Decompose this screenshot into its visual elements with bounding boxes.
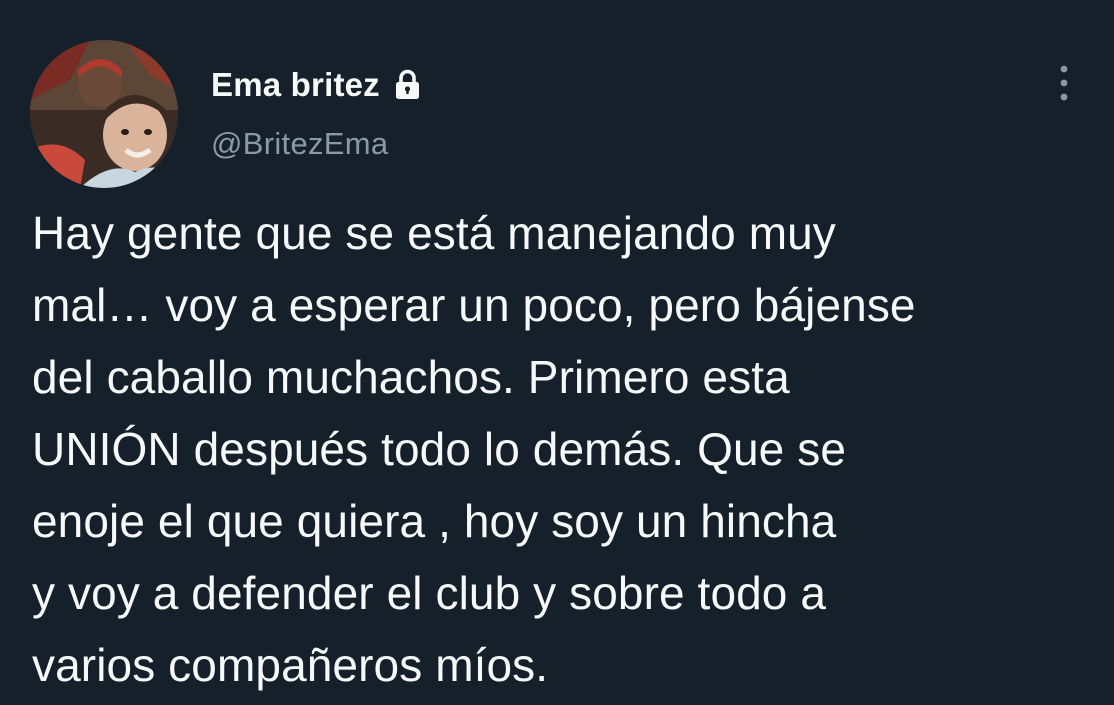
more-options-button[interactable] [1046,60,1082,106]
tweet-card: Ema britez @BritezEma Hay gente que se e… [0,0,1114,705]
avatar[interactable] [30,40,178,188]
author-name-row: Ema britez [211,62,421,108]
tweet-text: Hay gente que se está manejando muy mal…… [32,207,916,691]
lock-icon [394,69,421,101]
author-handle[interactable]: @BritezEma [211,126,388,162]
profile-photo [30,40,178,188]
display-name[interactable]: Ema britez [211,66,380,104]
more-vertical-icon [1060,65,1068,101]
